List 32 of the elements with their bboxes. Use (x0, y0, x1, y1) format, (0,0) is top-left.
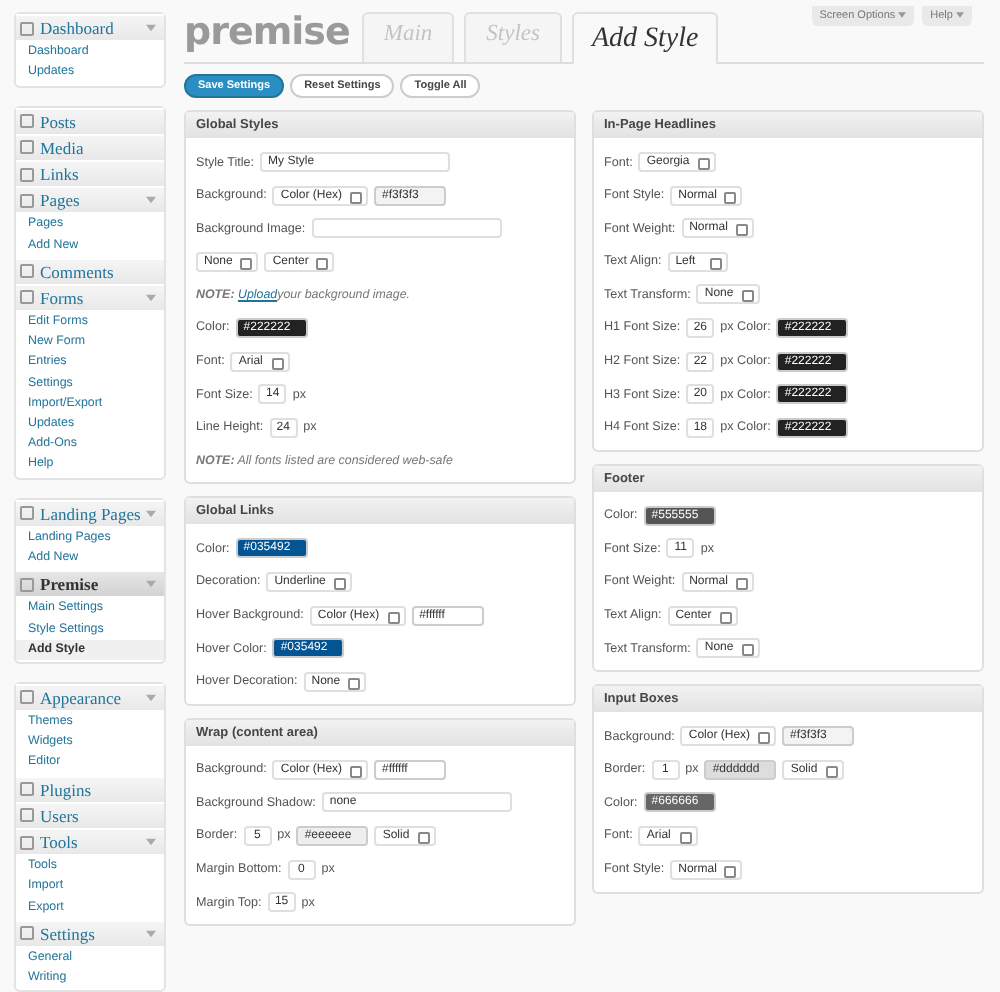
menu-header[interactable]: Pages (16, 186, 164, 213)
menu-header[interactable]: Posts (16, 107, 164, 134)
menu-header[interactable]: Settings (16, 919, 164, 946)
caret-icon[interactable] (146, 24, 156, 33)
menu-header[interactable]: Appearance (16, 683, 164, 711)
menu-header[interactable]: Tools (16, 828, 164, 855)
tab[interactable]: Add Style (571, 12, 719, 64)
caret-icon (898, 12, 907, 18)
menu-header[interactable]: Plugins (16, 775, 164, 802)
menu-header[interactable]: Media (16, 133, 164, 160)
logo: premise (184, 10, 350, 58)
menu-header[interactable]: Links (16, 159, 164, 187)
caret-icon[interactable] (146, 509, 156, 518)
menu-header[interactable]: Forms (16, 283, 164, 311)
caret-icon[interactable] (146, 293, 156, 302)
caret-icon[interactable] (146, 580, 156, 589)
caret-icon (956, 12, 964, 18)
caret-icon[interactable] (146, 838, 156, 847)
menu-icon (20, 506, 34, 521)
menu-header[interactable]: Comments (16, 257, 164, 284)
menu-header[interactable]: Landing Pages (16, 499, 164, 526)
caret-icon[interactable] (146, 196, 156, 205)
menu-icon (20, 21, 34, 36)
menu-header[interactable]: Dashboard (16, 14, 164, 41)
caret-icon[interactable] (146, 693, 156, 702)
text-field[interactable] (311, 218, 502, 239)
menu-header[interactable]: Premise (16, 570, 164, 597)
menu-icon (20, 577, 34, 592)
caret-icon[interactable] (146, 929, 156, 938)
menu-icon (20, 926, 34, 941)
menu-icon (20, 690, 34, 705)
menu-header[interactable]: Users (16, 801, 164, 828)
